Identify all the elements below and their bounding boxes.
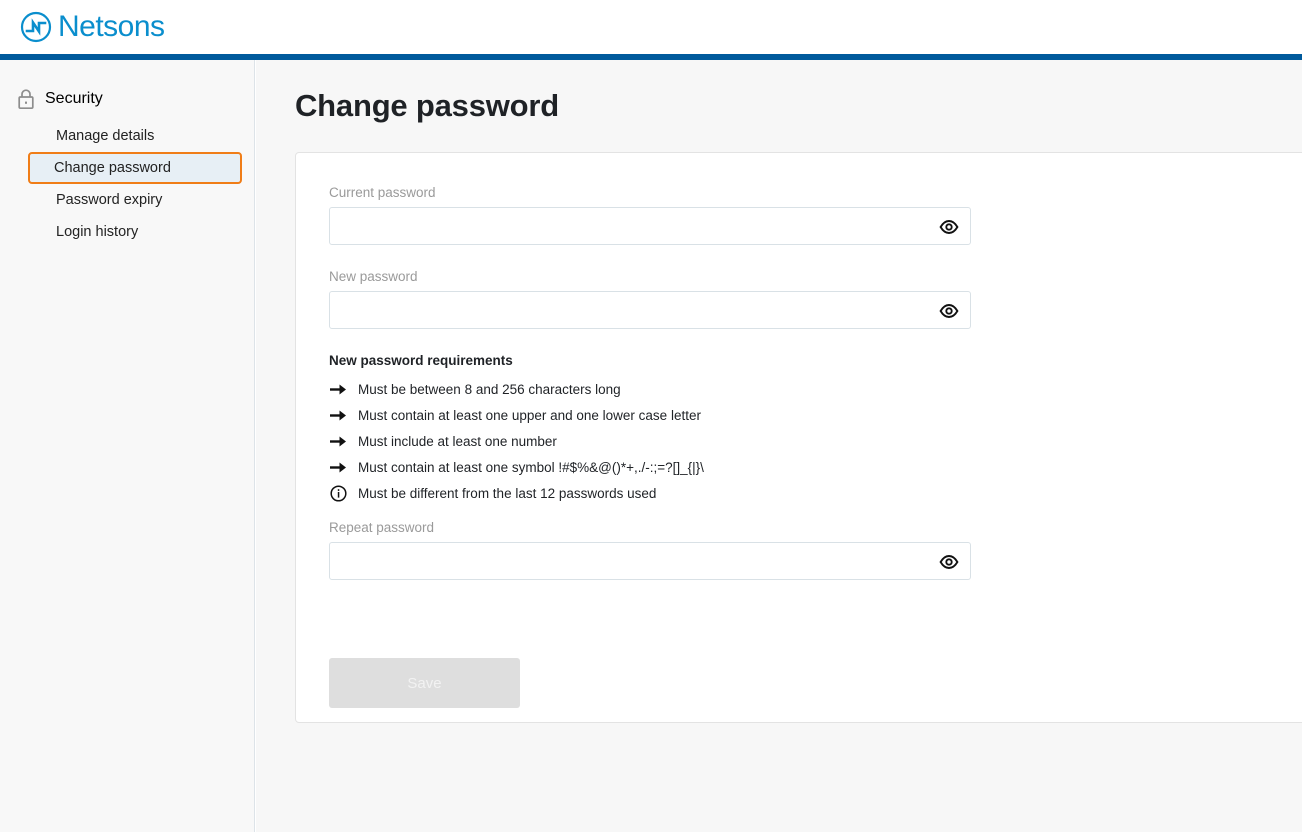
change-password-form: Current password New password New passwo… [296,153,971,580]
sidebar-nav: Manage details Change password Password … [0,120,254,248]
netsons-circle-wave-logo-icon [20,11,52,43]
password-requirements-title: New password requirements [329,353,513,368]
current-password-field [329,207,971,245]
main-content: Change password Current password New pas… [256,60,1302,832]
repeat-password-input[interactable] [329,542,971,580]
eye-icon [938,554,959,569]
requirement-text: Must be between 8 and 256 characters lon… [358,381,621,397]
lock-icon [18,89,34,110]
toggle-repeat-password-visibility-button[interactable] [938,551,959,572]
eye-icon [938,219,959,234]
arrow-right-icon [329,458,348,477]
sidebar-item-login-history[interactable]: Login history [28,216,242,248]
new-password-input[interactable] [329,291,971,329]
requirement-text: Must include at least one number [358,433,557,449]
toggle-current-password-visibility-button[interactable] [938,216,959,237]
sidebar-section-title: Security [45,90,103,107]
requirement-item: Must be different from the last 12 passw… [329,480,938,506]
eye-icon [938,303,959,318]
arrow-right-icon [329,432,348,451]
new-password-label: New password [329,269,418,284]
sidebar-item-manage-details[interactable]: Manage details [28,120,242,152]
repeat-password-label: Repeat password [329,520,435,535]
save-button[interactable]: Save [329,658,520,708]
sidebar-section-header: Security [0,60,254,110]
brand-wordmark: Netsons [58,10,165,43]
password-requirements-list: Must be between 8 and 256 characters lon… [329,376,938,506]
form-actions: Save [296,604,1302,708]
sidebar-item-change-password[interactable]: Change password [28,152,242,184]
arrow-right-icon [329,406,348,425]
arrow-right-icon [329,380,348,399]
requirement-text: Must contain at least one upper and one … [358,407,701,423]
current-password-label: Current password [329,185,436,200]
requirement-text: Must contain at least one symbol !#$%&@(… [358,459,704,475]
change-password-card: Current password New password New passwo… [295,152,1302,723]
brand-logo[interactable]: Netsons [18,9,188,45]
sidebar-item-password-expiry[interactable]: Password expiry [28,184,242,216]
page-title: Change password [295,88,559,123]
requirement-item: Must include at least one number [329,428,938,454]
info-icon [329,484,348,503]
current-password-input[interactable] [329,207,971,245]
repeat-password-field [329,542,971,580]
requirement-text: Must be different from the last 12 passw… [358,485,657,501]
svg-text:Netsons: Netsons [58,10,165,43]
requirement-item: Must contain at least one symbol !#$%&@(… [329,454,938,480]
toggle-new-password-visibility-button[interactable] [938,300,959,321]
app-header: Netsons [0,0,1302,54]
requirement-item: Must contain at least one upper and one … [329,402,938,428]
requirement-item: Must be between 8 and 256 characters lon… [329,376,938,402]
sidebar: Security Manage details Change password … [0,60,255,832]
new-password-field [329,291,971,329]
